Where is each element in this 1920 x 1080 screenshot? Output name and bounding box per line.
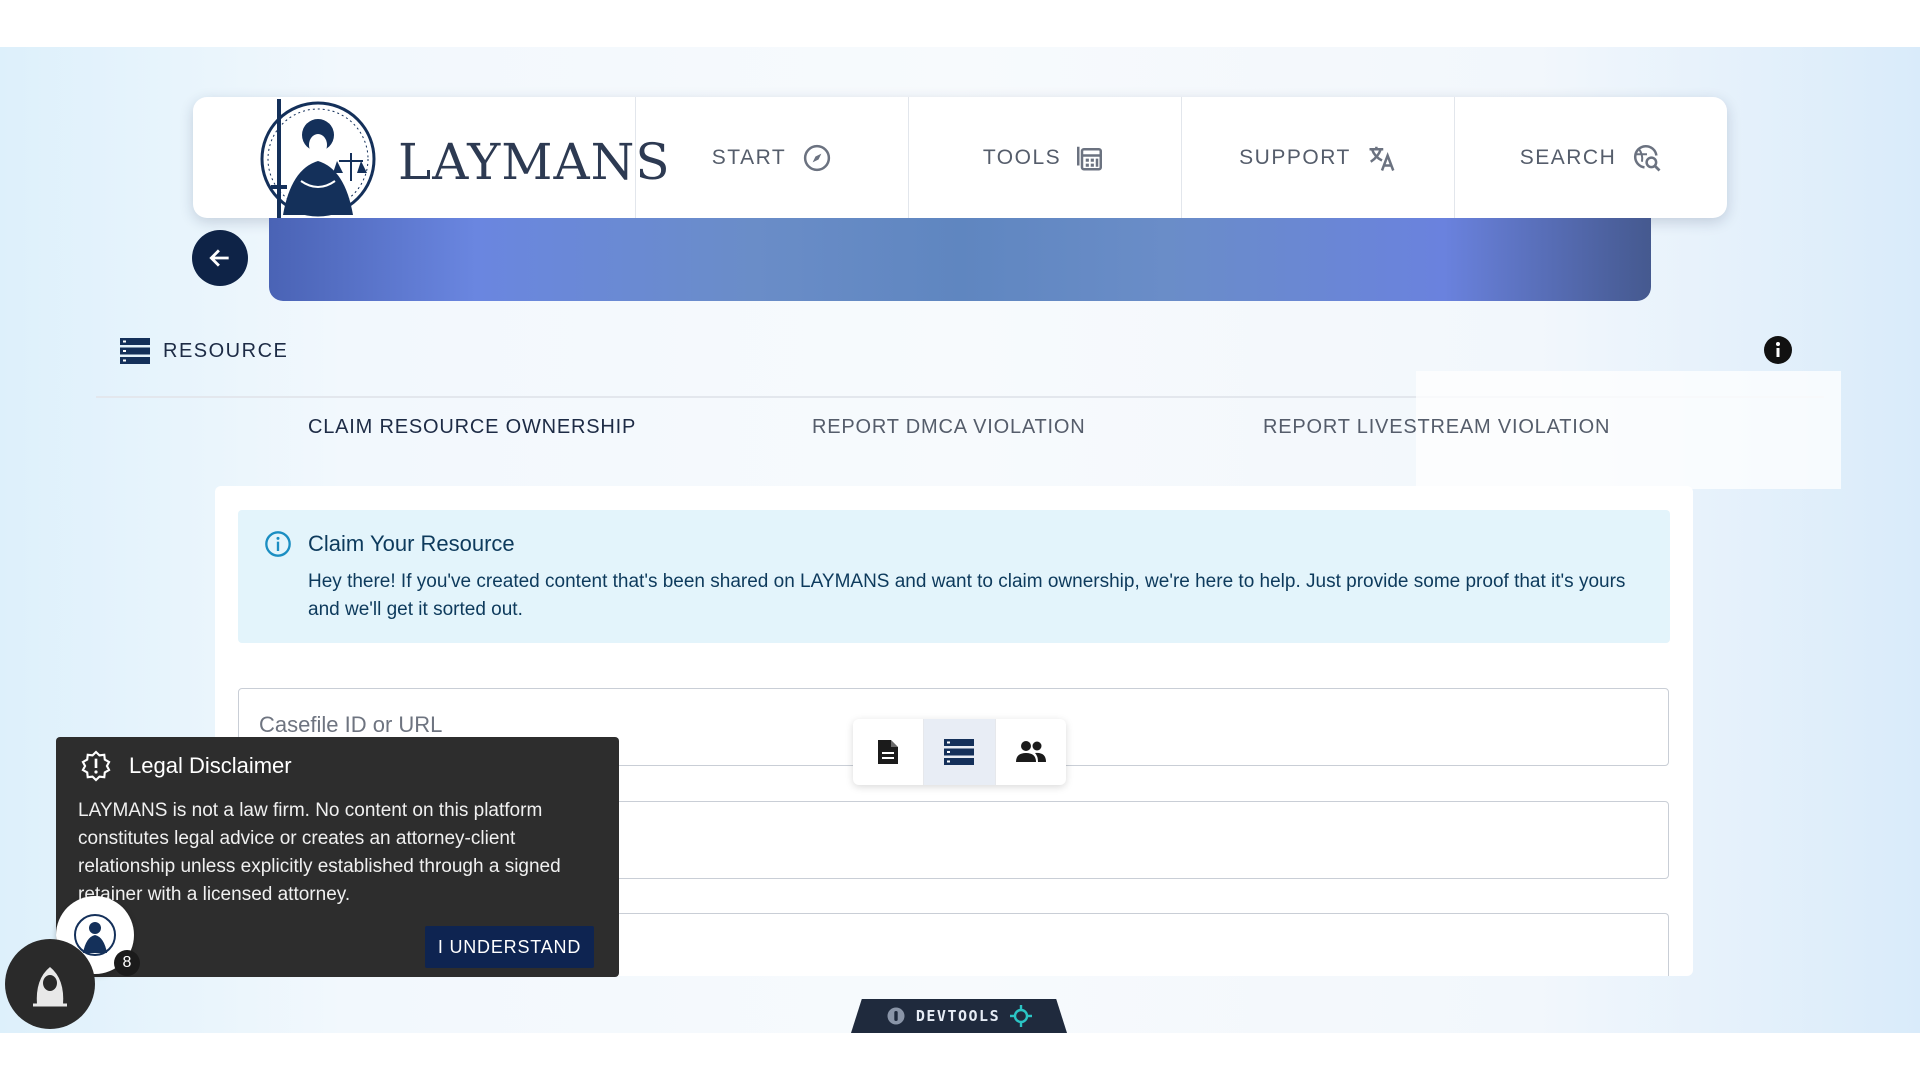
nav-search-label: SEARCH	[1519, 145, 1617, 169]
info-button[interactable]	[1764, 336, 1792, 364]
notification-badge: 8	[114, 950, 140, 976]
people-view-button[interactable]	[996, 719, 1066, 785]
info-alert: Claim Your Resource Hey there! If you've…	[238, 510, 1670, 643]
top-navigation: LAYMANS START TOOLS SUPPORT SEARCH	[193, 97, 1727, 218]
people-icon	[1015, 741, 1046, 762]
calculator-icon	[1077, 146, 1103, 170]
shield-icon	[887, 1007, 905, 1025]
logo[interactable]: LAYMANS	[193, 97, 670, 218]
list-view-button[interactable]	[924, 719, 996, 785]
nav-start[interactable]: START	[636, 97, 909, 218]
tab-bar: CLAIM RESOURCE OWNERSHIP REPORT DMCA VIO…	[193, 371, 1841, 489]
devtools-label: DEVTOOLS	[915, 1007, 1001, 1025]
alert-body: Hey there! If you've created content tha…	[308, 571, 1626, 620]
back-button[interactable]	[192, 230, 248, 286]
tab-report-livestream[interactable]: REPORT LIVESTREAM VIOLATION	[1263, 416, 1610, 439]
disclaimer-title: Legal Disclaimer	[129, 753, 292, 778]
list-icon	[120, 338, 150, 364]
resource-title: RESOURCE	[163, 340, 289, 362]
compass-icon	[804, 144, 831, 171]
legal-disclaimer-popup: Legal Disclaimer LAYMANS is not a law fi…	[56, 737, 619, 977]
document-view-button[interactable]	[853, 719, 925, 785]
tab-claim-ownership[interactable]: CLAIM RESOURCE OWNERSHIP	[308, 416, 636, 439]
crosshair-icon	[1010, 1005, 1033, 1027]
nav-search[interactable]: SEARCH	[1455, 97, 1727, 218]
casefile-input[interactable]	[257, 711, 1261, 739]
document-icon	[878, 740, 899, 764]
assistant-avatar-button[interactable]	[5, 939, 95, 1029]
hooded-figure-icon	[33, 967, 67, 1007]
search-globe-icon	[1634, 144, 1661, 171]
nav-support-label: SUPPORT	[1239, 145, 1351, 169]
logo-text: LAYMANS	[398, 133, 671, 191]
i-understand-button[interactable]: I UNDERSTAND	[425, 926, 594, 968]
alert-title: Claim Your Resource	[308, 531, 515, 556]
info-outline-icon	[265, 531, 291, 557]
translate-icon	[1369, 146, 1395, 171]
info-icon	[1776, 342, 1780, 357]
devtools-tab[interactable]: DEVTOOLS	[851, 999, 1067, 1033]
header-banner	[269, 218, 1651, 301]
nav-support[interactable]: SUPPORT	[1182, 97, 1455, 218]
tab-report-dmca[interactable]: REPORT DMCA VIOLATION	[812, 416, 1086, 439]
arrow-left-icon	[209, 249, 229, 267]
nav-tools[interactable]: TOOLS	[909, 97, 1182, 218]
alert-badge-icon	[81, 750, 111, 782]
list-icon	[944, 739, 975, 765]
lady-justice-logo-icon	[260, 99, 376, 218]
nav-tools-label: TOOLS	[982, 145, 1062, 169]
disclaimer-body: LAYMANS is not a law firm. No content on…	[78, 800, 561, 905]
nav-start-label: START	[711, 145, 787, 169]
view-toggle-group	[853, 719, 1066, 785]
